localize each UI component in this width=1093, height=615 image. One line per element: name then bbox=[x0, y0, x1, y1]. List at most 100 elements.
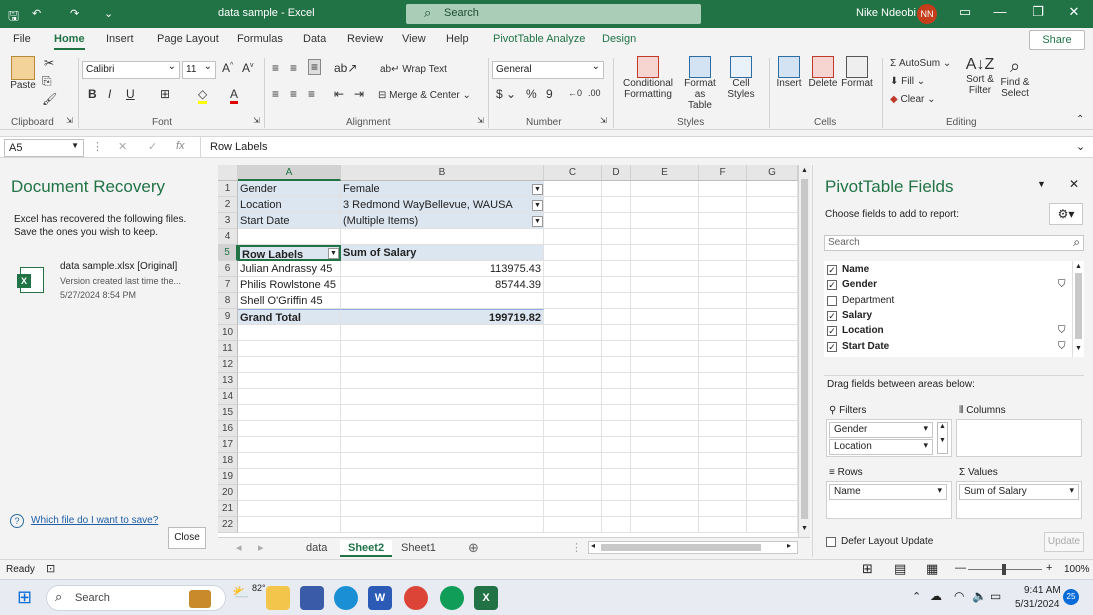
grid-cell[interactable] bbox=[699, 293, 747, 309]
filter-dropdown-icon[interactable]: ▼ bbox=[532, 216, 543, 227]
grid-cell[interactable] bbox=[747, 277, 798, 293]
field-filter-icon[interactable]: ⛉ bbox=[1058, 341, 1066, 352]
worksheet-grid[interactable]: A B C D E F G 1 2 3 4 5 6 7 8 9 10 11 12 13 14 15 16 17 1… bbox=[218, 165, 798, 537]
row-header[interactable]: 19 bbox=[218, 469, 238, 485]
tab-data[interactable]: Data bbox=[303, 33, 326, 45]
grid-cell[interactable] bbox=[544, 389, 602, 405]
insert-function-icon[interactable]: fx bbox=[176, 140, 185, 152]
save-icon[interactable]: 🖫 bbox=[8, 7, 19, 29]
insert-cells-button[interactable]: Insert bbox=[774, 56, 804, 89]
tab-help[interactable]: Help bbox=[446, 33, 469, 45]
grid-cell[interactable] bbox=[631, 213, 699, 229]
paste-button[interactable]: Paste bbox=[8, 56, 38, 91]
row-header[interactable]: 14 bbox=[218, 389, 238, 405]
grid-cell[interactable] bbox=[631, 197, 699, 213]
row-header[interactable]: 4 bbox=[218, 229, 238, 245]
grid-cell[interactable] bbox=[747, 437, 798, 453]
grid-cell[interactable] bbox=[699, 469, 747, 485]
filters-drop-area[interactable]: Gender Location ▲▼ bbox=[826, 419, 952, 457]
grid-cell[interactable] bbox=[699, 341, 747, 357]
column-header-g[interactable]: G bbox=[747, 165, 798, 181]
filter-dropdown-icon[interactable]: ▼ bbox=[532, 200, 543, 211]
grid-cell[interactable] bbox=[631, 373, 699, 389]
field-label[interactable]: Department bbox=[842, 295, 894, 306]
grid-cell[interactable] bbox=[544, 357, 602, 373]
grid-cell[interactable] bbox=[747, 229, 798, 245]
grid-cell[interactable] bbox=[631, 261, 699, 277]
borders-icon[interactable]: ⊞ bbox=[160, 87, 170, 101]
cut-icon[interactable]: ✂ bbox=[44, 56, 54, 70]
close-icon[interactable]: ✕ bbox=[1064, 4, 1084, 20]
page-break-view-icon[interactable]: ▦ bbox=[926, 561, 938, 577]
grid-cell[interactable] bbox=[631, 421, 699, 437]
chrome-alt-icon[interactable] bbox=[440, 586, 464, 610]
grid-cell[interactable] bbox=[699, 213, 747, 229]
grid-cell[interactable] bbox=[602, 341, 631, 357]
grid-cell[interactable] bbox=[341, 485, 544, 501]
align-right-icon[interactable]: ≡ bbox=[308, 87, 315, 101]
excel-icon[interactable]: X bbox=[474, 586, 498, 610]
row-header[interactable]: 17 bbox=[218, 437, 238, 453]
grid-cell[interactable] bbox=[544, 325, 602, 341]
field-checkbox[interactable] bbox=[827, 295, 837, 306]
grid-cell[interactable] bbox=[747, 197, 798, 213]
filter-field-gender[interactable]: Gender bbox=[238, 181, 341, 197]
grid-cell[interactable] bbox=[341, 325, 544, 341]
accessibility-icon[interactable]: ⊡ bbox=[46, 562, 55, 575]
comma-icon[interactable]: 9 bbox=[546, 87, 553, 101]
grid-cell[interactable] bbox=[602, 357, 631, 373]
close-recovery-button[interactable]: Close bbox=[168, 527, 206, 549]
grid-cell[interactable] bbox=[631, 293, 699, 309]
grid-cell[interactable] bbox=[747, 421, 798, 437]
grid-cell[interactable] bbox=[631, 485, 699, 501]
grid-cell[interactable] bbox=[544, 469, 602, 485]
tab-page-layout[interactable]: Page Layout bbox=[157, 33, 219, 45]
edge-icon[interactable] bbox=[334, 586, 358, 610]
autosum-button[interactable]: Σ AutoSum ⌄ bbox=[890, 58, 951, 69]
grow-font-icon[interactable]: A^ bbox=[222, 61, 233, 75]
grid-cell[interactable] bbox=[747, 261, 798, 277]
field-checkbox[interactable]: ✓ bbox=[827, 265, 837, 275]
grid-cell[interactable] bbox=[699, 501, 747, 517]
grid-cell[interactable] bbox=[699, 261, 747, 277]
h-scroll-thumb[interactable] bbox=[601, 544, 761, 551]
values-drop-area[interactable]: Sum of Salary bbox=[956, 481, 1082, 519]
redo-icon[interactable]: ↷ bbox=[70, 7, 79, 20]
formula-input[interactable]: Row Labels bbox=[210, 141, 267, 153]
bold-icon[interactable]: B bbox=[88, 87, 97, 101]
row-header[interactable]: 10 bbox=[218, 325, 238, 341]
zoom-in-icon[interactable]: + bbox=[1046, 562, 1052, 574]
zoom-slider-thumb[interactable] bbox=[1002, 564, 1006, 575]
grid-cell[interactable] bbox=[602, 325, 631, 341]
grid-cell[interactable] bbox=[631, 341, 699, 357]
grid-cell[interactable] bbox=[544, 213, 602, 229]
grid-cell[interactable] bbox=[602, 421, 631, 437]
currency-icon[interactable]: $ ⌄ bbox=[496, 87, 516, 101]
increase-indent-icon[interactable]: ⇥ bbox=[354, 87, 364, 101]
merge-center-button[interactable]: ⊟ Merge & Center ⌄ bbox=[378, 90, 471, 101]
grid-cell[interactable] bbox=[699, 437, 747, 453]
field-checkbox[interactable]: ✓ bbox=[827, 280, 837, 291]
row-header[interactable]: 7 bbox=[218, 277, 238, 293]
grid-cell[interactable] bbox=[699, 181, 747, 197]
grid-cell[interactable] bbox=[238, 421, 341, 437]
tab-formulas[interactable]: Formulas bbox=[237, 33, 283, 45]
grid-cell[interactable] bbox=[699, 309, 747, 325]
notification-badge[interactable]: 25 bbox=[1063, 589, 1079, 605]
grid-cell[interactable] bbox=[341, 437, 544, 453]
grid-cell[interactable] bbox=[238, 325, 341, 341]
underline-icon[interactable]: U bbox=[126, 87, 135, 101]
grand-total-label[interactable]: Grand Total bbox=[238, 309, 341, 325]
name-box-dropdown-icon[interactable]: ▼ bbox=[71, 141, 79, 150]
update-button[interactable]: Update bbox=[1044, 532, 1084, 552]
field-label[interactable]: Salary bbox=[842, 310, 872, 321]
taskbar-search[interactable]: ⌕ Search bbox=[46, 585, 226, 611]
grid-cell[interactable] bbox=[747, 325, 798, 341]
undo-icon[interactable]: ↶ bbox=[32, 7, 41, 20]
row-header[interactable]: 1 bbox=[218, 181, 238, 197]
filter-value-start-date[interactable]: (Multiple Items) bbox=[341, 213, 544, 229]
row-header[interactable]: 11 bbox=[218, 341, 238, 357]
row-labels-dropdown-icon[interactable]: ▼ bbox=[328, 248, 339, 259]
pivot-row-value[interactable]: 113975.43 bbox=[341, 261, 544, 277]
grid-cell[interactable] bbox=[699, 245, 747, 261]
